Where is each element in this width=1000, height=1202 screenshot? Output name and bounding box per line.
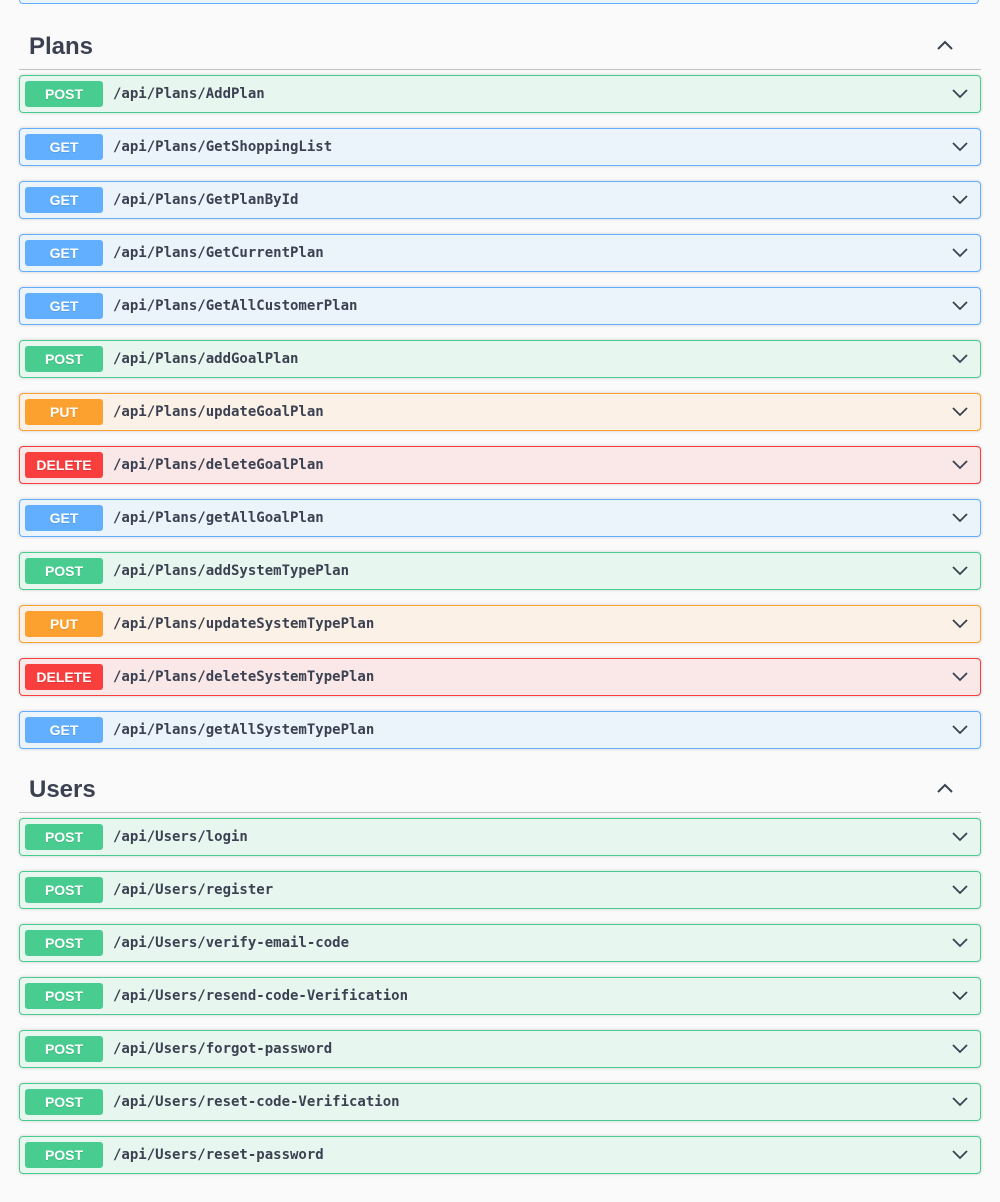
chevron-down-icon[interactable] [950,561,970,581]
operation-path: /api/Users/forgot-password [113,1041,333,1057]
operation-row[interactable]: GET/api/Plans/getAllGoalPlan [19,499,981,537]
method-badge-get: GET [25,187,103,213]
chevron-up-icon[interactable] [933,777,957,801]
operation-path: /api/Plans/updateSystemTypePlan [113,616,375,632]
method-badge-put: PUT [25,399,103,425]
method-badge-post: POST [25,824,103,850]
operation-path: /api/Plans/deleteGoalPlan [113,457,324,473]
method-badge-post: POST [25,877,103,903]
method-badge-get: GET [25,293,103,319]
operation-path: /api/Plans/GetPlanById [113,192,299,208]
chevron-down-icon[interactable] [950,720,970,740]
chevron-down-icon[interactable] [950,137,970,157]
method-badge-get: GET [25,240,103,266]
chevron-down-icon[interactable] [950,1039,970,1059]
operation-path: /api/Plans/addSystemTypePlan [113,563,350,579]
section-header-plans[interactable]: Plans [19,20,981,70]
chevron-down-icon[interactable] [950,614,970,634]
chevron-down-icon[interactable] [950,190,970,210]
chevron-down-icon[interactable] [950,455,970,475]
operation-row[interactable]: POST/api/Users/forgot-password [19,1030,981,1068]
chevron-down-icon[interactable] [950,933,970,953]
operation-path: /api/Users/reset-code-Verification [113,1094,400,1110]
chevron-down-icon[interactable] [950,880,970,900]
operation-path: /api/Users/resend-code-Verification [113,988,409,1004]
chevron-down-icon[interactable] [950,1145,970,1165]
operation-path: /api/Plans/GetAllCustomerPlan [113,298,358,314]
operation-path: /api/Plans/GetShoppingList [113,139,333,155]
operation-path: /api/Plans/getAllGoalPlan [113,510,324,526]
method-badge-get: GET [25,505,103,531]
method-badge-post: POST [25,558,103,584]
operation-path: /api/Plans/AddPlan [113,86,265,102]
method-badge-put: PUT [25,611,103,637]
operation-path: /api/Users/reset-password [113,1147,324,1163]
operation-row[interactable]: POST/api/Users/reset-password [19,1136,981,1174]
operation-row[interactable]: POST/api/Plans/addGoalPlan [19,340,981,378]
chevron-down-icon[interactable] [950,667,970,687]
section-plans: Plans POST/api/Plans/AddPlan GET/api/Plan… [19,20,981,764]
operation-row[interactable]: POST/api/Users/login [19,818,981,856]
operation-path: /api/Plans/getAllSystemTypePlan [113,722,375,738]
method-badge-post: POST [25,1089,103,1115]
operation-row[interactable]: POST/api/Plans/AddPlan [19,75,981,113]
method-badge-post: POST [25,1142,103,1168]
operation-row[interactable]: POST/api/Users/register [19,871,981,909]
operation-path: /api/Plans/addGoalPlan [113,351,299,367]
operation-row[interactable]: POST/api/Users/verify-email-code [19,924,981,962]
chevron-down-icon[interactable] [950,296,970,316]
operation-row[interactable]: PUT/api/Plans/updateSystemTypePlan [19,605,981,643]
chevron-down-icon[interactable] [950,243,970,263]
method-badge-get: GET [25,717,103,743]
method-badge-delete: DELETE [25,452,103,478]
method-badge-post: POST [25,983,103,1009]
operation-path: /api/Users/login [113,829,248,845]
operation-row[interactable]: DELETE/api/Plans/deleteSystemTypePlan [19,658,981,696]
operation-path: /api/Plans/GetCurrentPlan [113,245,324,261]
chevron-down-icon[interactable] [950,1092,970,1112]
chevron-down-icon[interactable] [950,827,970,847]
operation-row[interactable]: DELETE/api/Plans/deleteGoalPlan [19,446,981,484]
operation-row[interactable]: GET/api/Plans/getAllSystemTypePlan [19,711,981,749]
chevron-down-icon[interactable] [950,349,970,369]
operation-row[interactable]: PUT/api/Plans/updateGoalPlan [19,393,981,431]
section-title: Plans [29,33,94,60]
operation-path: /api/Plans/deleteSystemTypePlan [113,669,375,685]
chevron-down-icon[interactable] [950,986,970,1006]
operation-row[interactable]: GET/api/Plans/GetCurrentPlan [19,234,981,272]
operation-row[interactable]: POST/api/Users/reset-code-Verification [19,1083,981,1121]
operation-path: /api/Users/verify-email-code [113,935,350,951]
method-badge-post: POST [25,81,103,107]
section-header-users[interactable]: Users [19,763,981,813]
operation-row[interactable]: POST/api/Plans/addSystemTypePlan [19,552,981,590]
operation-row[interactable]: GET/api/Plans/GetShoppingList [19,128,981,166]
chevron-down-icon[interactable] [950,508,970,528]
method-badge-delete: DELETE [25,664,103,690]
operations-list-plans: POST/api/Plans/AddPlan GET/api/Plans/GetS… [19,75,981,749]
section-users: Users POST/api/Users/login POST/api/Users… [19,763,981,1189]
chevron-down-icon[interactable] [950,402,970,422]
operation-row[interactable]: GET/api/Plans/GetAllCustomerPlan [19,287,981,325]
chevron-down-icon[interactable] [950,84,970,104]
operations-list-users: POST/api/Users/login POST/api/Users/regis… [19,818,981,1174]
method-badge-get: GET [25,134,103,160]
swagger-page: Plans POST/api/Plans/AddPlan GET/api/Plan… [0,0,1000,1202]
section-title: Users [29,776,96,803]
operation-row[interactable]: POST/api/Users/resend-code-Verification [19,977,981,1015]
operation-row[interactable]: GET/api/Plans/GetPlanById [19,181,981,219]
operation-path: /api/Plans/updateGoalPlan [113,404,324,420]
chevron-up-icon[interactable] [933,34,957,58]
method-badge-post: POST [25,1036,103,1062]
method-badge-post: POST [25,346,103,372]
operation-path: /api/Users/register [113,882,274,898]
operation-row-clipped[interactable] [19,0,979,4]
method-badge-post: POST [25,930,103,956]
